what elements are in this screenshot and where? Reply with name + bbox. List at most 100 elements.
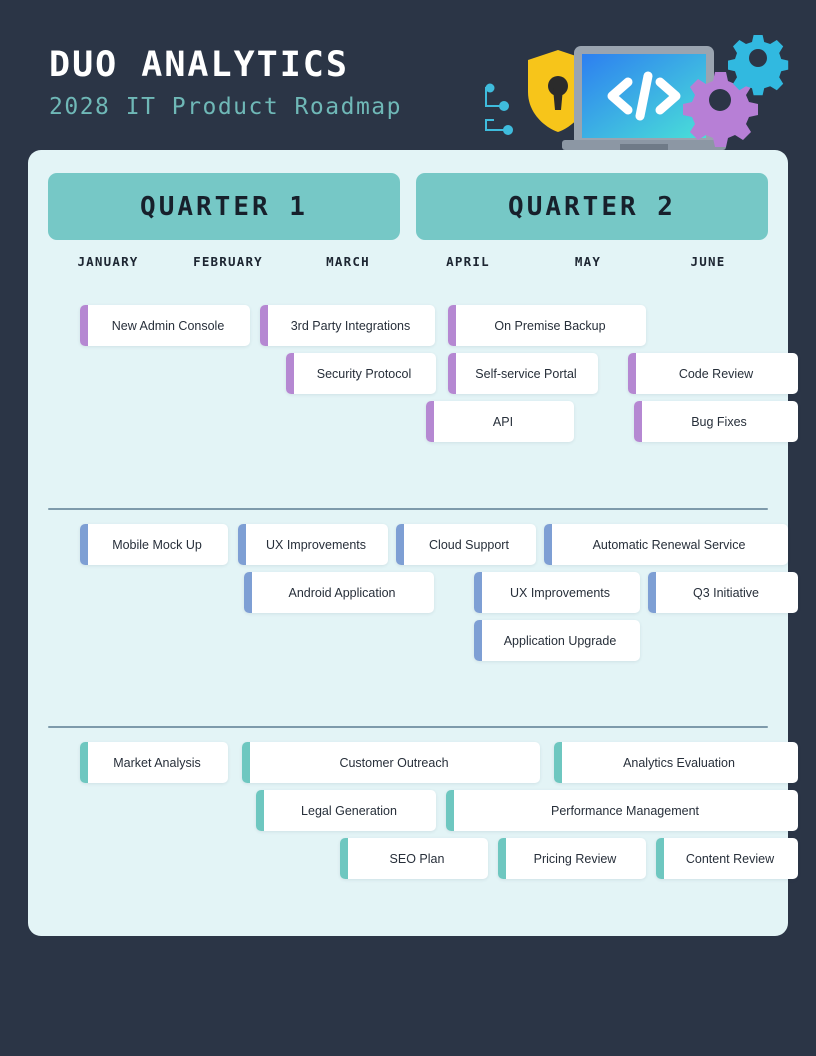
task-label: Bug Fixes: [691, 414, 747, 429]
task-label: UX Improvements: [509, 585, 611, 600]
task-row: Legal Generation Performance Management: [48, 790, 798, 837]
task-accent-bar: [396, 524, 404, 565]
month-label: JANUARY: [77, 254, 139, 269]
task-row: Android Application UX Improvements Q3 Ini…: [48, 572, 798, 619]
task-accent-bar: [446, 790, 454, 831]
task-bar[interactable]: Code Review: [628, 353, 798, 394]
task-label: Pricing Review: [533, 851, 617, 866]
month-label: APRIL: [446, 254, 490, 269]
task-label: Q3 Initiative: [692, 585, 759, 600]
task-accent-bar: [244, 572, 252, 613]
task-bar[interactable]: Pricing Review: [498, 838, 646, 879]
task-bar[interactable]: SEO Plan: [340, 838, 488, 879]
task-bar[interactable]: Bug Fixes: [634, 401, 798, 442]
quarter-1-label: QUARTER 1: [140, 191, 308, 222]
task-group-mobile-product: Mobile Mock Up UX Improvements Cloud Suppo…: [48, 524, 798, 714]
task-label: API: [492, 414, 514, 429]
task-row: New Admin Console 3rd Party Integrations O…: [48, 305, 768, 352]
month-label: FEBRUARY: [193, 254, 263, 269]
task-bar[interactable]: 3rd Party Integrations: [260, 305, 435, 346]
task-accent-bar: [498, 838, 506, 879]
task-bar[interactable]: API: [426, 401, 574, 442]
task-group-marketing: Market Analysis Customer Outreach Analytic…: [48, 742, 798, 902]
month-label: MAY: [574, 254, 602, 269]
task-row: SEO Plan Pricing Review Content Review: [48, 838, 798, 885]
task-bar[interactable]: Legal Generation: [256, 790, 436, 831]
month-label: MARCH: [326, 254, 370, 269]
task-accent-bar: [80, 742, 88, 783]
group-divider-2: [48, 726, 768, 728]
header: DUO ANALYTICS 2028 IT Product Roadmap: [0, 0, 816, 152]
task-accent-bar: [634, 401, 642, 442]
task-bar[interactable]: Cloud Support: [396, 524, 536, 565]
task-accent-bar: [474, 620, 482, 661]
task-bar[interactable]: UX Improvements: [474, 572, 640, 613]
task-bar[interactable]: Android Application: [244, 572, 434, 613]
month-march: MARCH: [288, 253, 408, 271]
task-bar[interactable]: Self-service Portal: [448, 353, 598, 394]
task-bar[interactable]: Q3 Initiative: [648, 572, 798, 613]
task-bar[interactable]: Automatic Renewal Service: [544, 524, 788, 565]
footer: DUO ANALYTICS MARKETING MOBILE / PRODUCT…: [0, 936, 816, 1056]
task-row: Mobile Mock Up UX Improvements Cloud Suppo…: [48, 524, 788, 571]
task-accent-bar: [656, 838, 664, 879]
task-label: Mobile Mock Up: [112, 537, 202, 552]
task-label: Application Upgrade: [503, 633, 617, 648]
task-label: On Premise Backup: [494, 318, 606, 333]
quarter-header-2: QUARTER 2: [416, 173, 768, 240]
task-label: UX Improvements: [265, 537, 367, 552]
group-divider-1: [48, 508, 768, 510]
task-bar[interactable]: Application Upgrade: [474, 620, 640, 661]
task-bar[interactable]: On Premise Backup: [448, 305, 646, 346]
task-bar[interactable]: Performance Management: [446, 790, 798, 831]
task-accent-bar: [260, 305, 268, 346]
task-accent-bar: [474, 572, 482, 613]
task-accent-bar: [448, 353, 456, 394]
task-label: Performance Management: [551, 803, 699, 818]
task-label: Cloud Support: [429, 537, 509, 552]
task-label: Android Application: [288, 585, 396, 600]
task-label: Self-service Portal: [475, 366, 577, 381]
task-bar[interactable]: Mobile Mock Up: [80, 524, 228, 565]
task-bar[interactable]: Security Protocol: [286, 353, 436, 394]
task-label: Analytics Evaluation: [623, 755, 735, 770]
task-accent-bar: [648, 572, 656, 613]
task-bar[interactable]: UX Improvements: [238, 524, 388, 565]
month-april: APRIL: [408, 253, 528, 271]
task-label: Customer Outreach: [339, 755, 449, 770]
task-accent-bar: [256, 790, 264, 831]
hero-illustration: [480, 28, 790, 156]
task-label: 3rd Party Integrations: [290, 318, 411, 333]
task-label: Security Protocol: [316, 366, 412, 381]
task-label: Automatic Renewal Service: [592, 537, 746, 552]
task-accent-bar: [554, 742, 562, 783]
quarter-2-label: QUARTER 2: [508, 191, 676, 222]
page-subtitle: 2028 IT Product Roadmap: [49, 94, 402, 120]
task-bar[interactable]: Content Review: [656, 838, 798, 879]
task-bar[interactable]: New Admin Console: [80, 305, 250, 346]
task-label: Code Review: [678, 366, 754, 381]
title-block: DUO ANALYTICS 2028 IT Product Roadmap: [49, 48, 402, 119]
task-accent-bar: [340, 838, 348, 879]
hero-svg: [485, 35, 789, 152]
month-january: JANUARY: [48, 253, 168, 271]
task-accent-bar: [544, 524, 552, 565]
task-label: Market Analysis: [113, 755, 201, 770]
task-accent-bar: [628, 353, 636, 394]
task-group-web-development: New Admin Console 3rd Party Integrations O…: [48, 305, 798, 495]
task-accent-bar: [426, 401, 434, 442]
task-label: Content Review: [685, 851, 775, 866]
month-label: JUNE: [690, 254, 726, 269]
task-label: SEO Plan: [389, 851, 445, 866]
task-row: API Bug Fixes: [48, 401, 798, 448]
task-label: Legal Generation: [301, 803, 397, 818]
task-bar[interactable]: Analytics Evaluation: [554, 742, 798, 783]
quarter-headers: QUARTER 1 QUARTER 2: [48, 173, 768, 240]
task-bar[interactable]: Customer Outreach: [242, 742, 540, 783]
task-bar[interactable]: Market Analysis: [80, 742, 228, 783]
task-accent-bar: [80, 524, 88, 565]
month-may: MAY: [528, 253, 648, 271]
month-february: FEBRUARY: [168, 253, 288, 271]
task-row: Market Analysis Customer Outreach Analytic…: [48, 742, 798, 789]
quarter-header-1: QUARTER 1: [48, 173, 400, 240]
